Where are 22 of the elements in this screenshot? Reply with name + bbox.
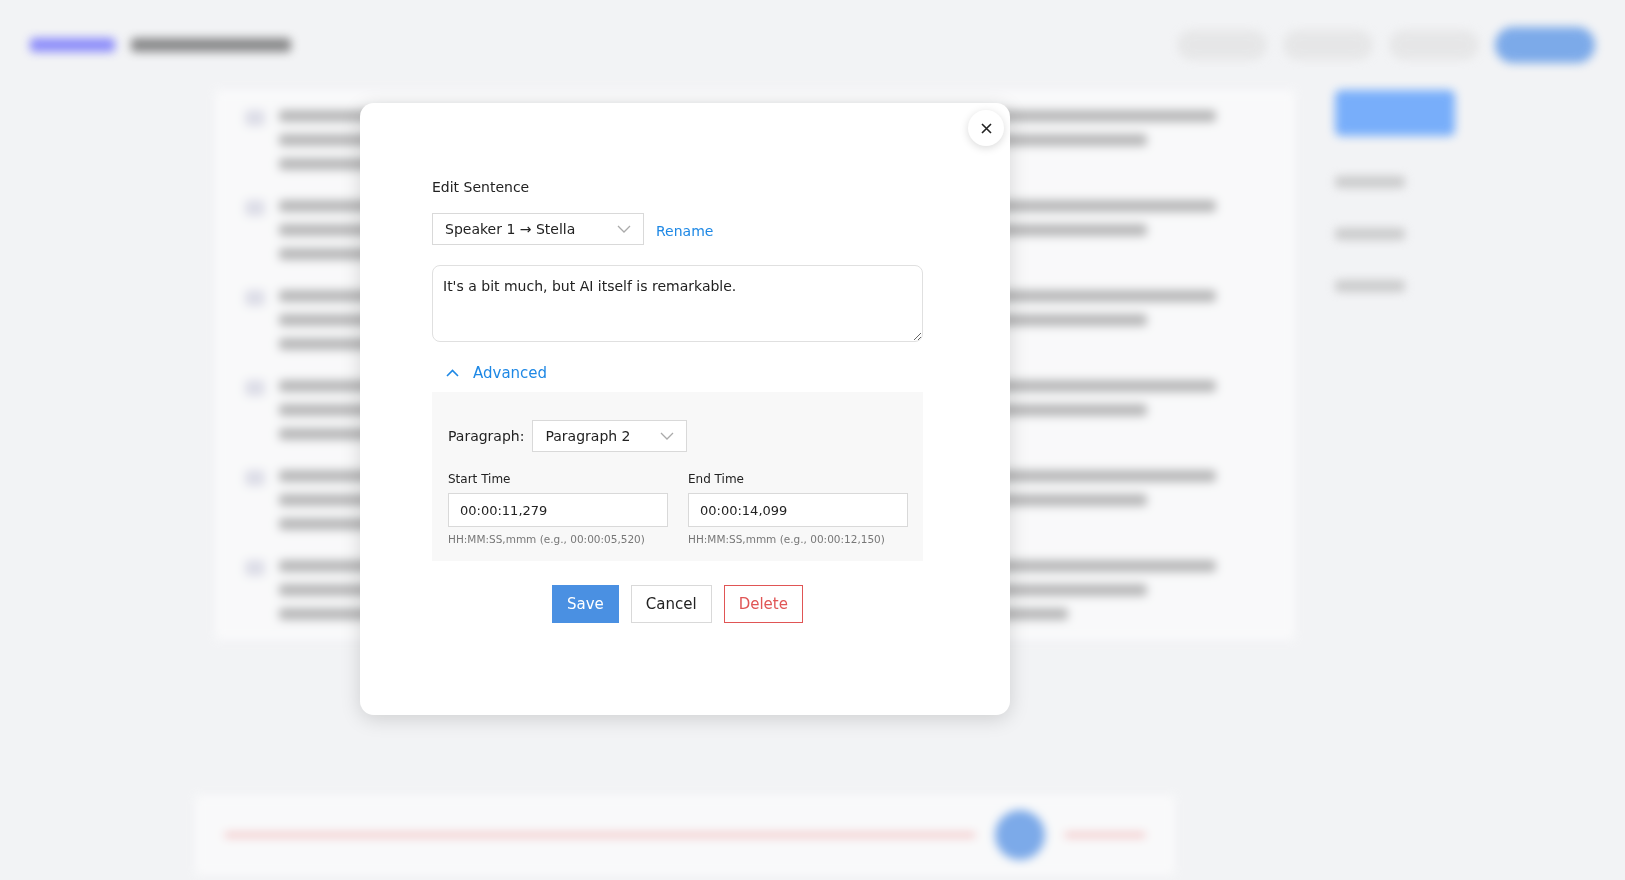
rename-link[interactable]: Rename <box>656 223 714 239</box>
speaker-select-value: Speaker 1 → Stella <box>445 221 576 237</box>
paragraph-select-value: Paragraph 2 <box>545 428 631 444</box>
format-hint: HH:MM:SS,mmm (e.g., 00:00:05,520) <box>448 533 645 545</box>
advanced-toggle[interactable]: Advanced <box>446 364 548 382</box>
time-field[interactable]: 00:00:14,099 <box>688 493 908 527</box>
time-field[interactable]: 00:00:11,279 <box>448 493 668 527</box>
close-button[interactable] <box>968 110 1004 146</box>
sentence-text-area[interactable]: It's a bit much, but AI itself is remarkable. <box>432 265 923 342</box>
close-icon <box>980 122 992 134</box>
time-label: End Time <box>688 472 744 486</box>
paragraph-label: Paragraph: <box>448 428 525 444</box>
cancel-button[interactable]: Cancel <box>630 585 712 623</box>
time-label: Start Time <box>448 472 511 486</box>
chevron-down-icon <box>617 224 631 234</box>
delete-button[interactable]: Delete <box>723 585 803 623</box>
dialog-title: Edit Sentence <box>432 179 531 195</box>
chevron-down-icon <box>660 431 675 441</box>
chevron-up-icon <box>446 369 459 377</box>
paragraph-select[interactable]: Paragraph 2 <box>532 420 688 452</box>
speaker-select[interactable]: Speaker 1 → Stella <box>432 213 644 245</box>
format-hint: HH:MM:SS,mmm (e.g., 00:00:12,150) <box>688 533 885 545</box>
